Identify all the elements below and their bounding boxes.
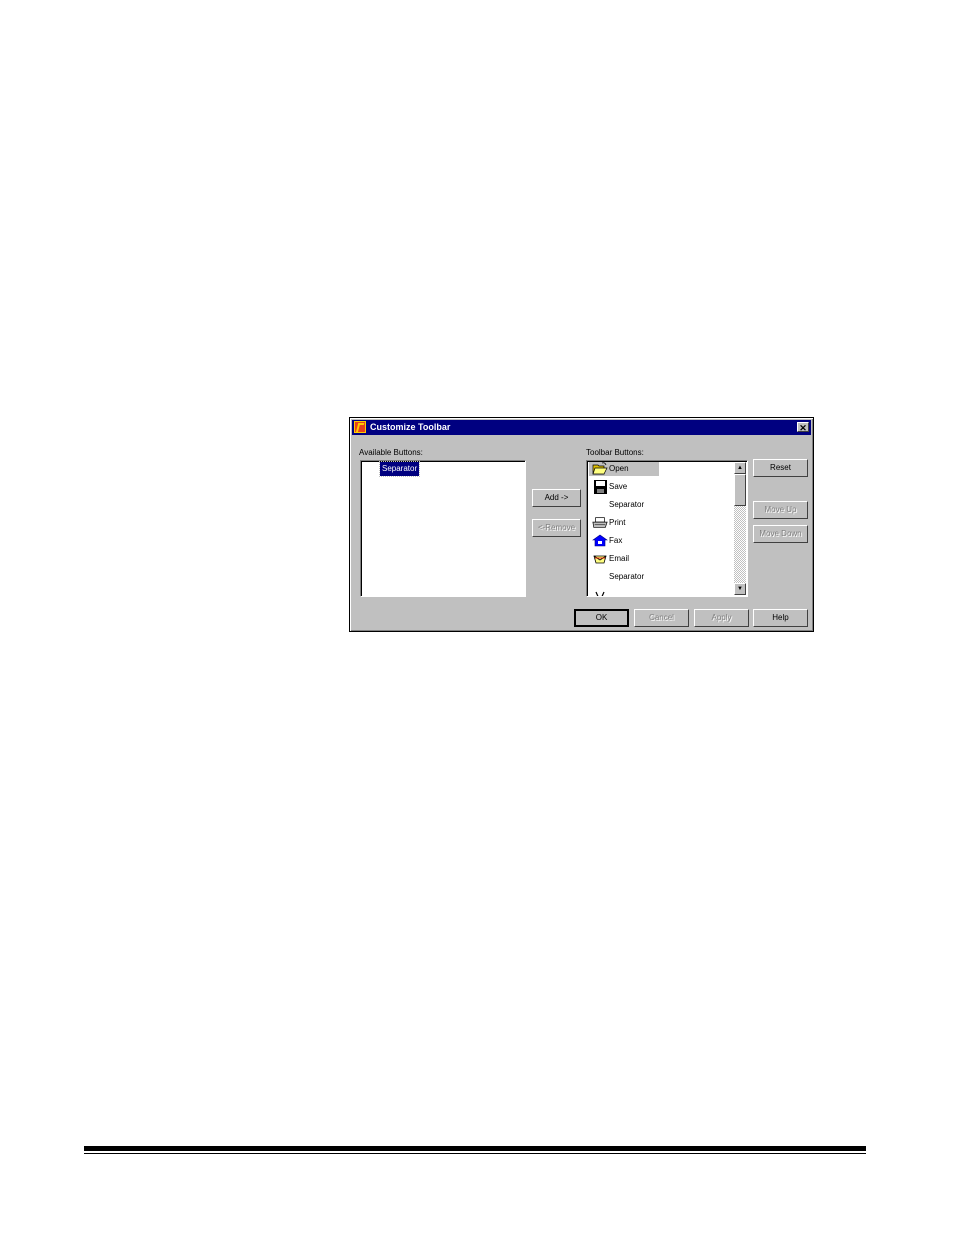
scroll-up-arrow-icon[interactable]: ▲: [734, 462, 746, 474]
toolbar-buttons-label: Toolbar Buttons:: [586, 448, 644, 457]
toolbar-list-scrollbar[interactable]: ▲ ▼: [734, 462, 746, 595]
toolbar-buttons-list[interactable]: Open Save Separator Print Fax Email Sepa…: [586, 460, 748, 597]
list-item[interactable]: Fax: [589, 534, 659, 548]
reset-button[interactable]: Reset: [753, 459, 808, 477]
move-up-button[interactable]: Move Up: [753, 501, 808, 519]
kodak-app-icon: [354, 421, 366, 433]
fax-icon: [592, 534, 608, 547]
list-item-label: Email: [609, 554, 630, 563]
list-item-label: Save: [609, 482, 628, 491]
list-item[interactable]: Separator: [589, 570, 659, 584]
list-item-partial[interactable]: [589, 588, 659, 596]
list-item[interactable]: Separator: [378, 461, 421, 477]
add-button[interactable]: Add ->: [532, 489, 581, 507]
footer-rule-thick: [84, 1146, 866, 1151]
available-buttons-list[interactable]: Separator: [360, 460, 526, 597]
list-item[interactable]: Email: [589, 552, 659, 566]
checkmark-icon: [595, 591, 605, 596]
apply-button[interactable]: Apply: [694, 609, 749, 627]
scroll-down-arrow-icon[interactable]: ▼: [734, 583, 746, 595]
printer-icon: [592, 517, 608, 528]
close-icon[interactable]: ✕: [797, 422, 809, 433]
list-item-label: Separator: [609, 500, 645, 509]
scroll-thumb[interactable]: [734, 474, 746, 506]
list-item-label: Separator: [609, 572, 645, 581]
remove-button[interactable]: <-Remove: [532, 519, 581, 537]
list-item-label: Open: [609, 464, 629, 473]
list-item-label: Print: [609, 518, 626, 527]
list-item-label: Fax: [609, 536, 623, 545]
move-down-button[interactable]: Move Down: [753, 525, 808, 543]
cancel-button[interactable]: Cancel: [634, 609, 689, 627]
ok-button[interactable]: OK: [574, 609, 629, 627]
list-item[interactable]: Open: [589, 462, 659, 476]
customize-toolbar-dialog: Customize Toolbar ✕ Available Buttons: S…: [349, 417, 814, 632]
floppy-disk-icon: [594, 480, 607, 494]
footer-rule-thin: [84, 1153, 866, 1154]
envelope-icon: [593, 555, 607, 564]
dialog-title: Customize Toolbar: [370, 422, 451, 432]
list-item[interactable]: Print: [589, 516, 659, 530]
title-bar[interactable]: Customize Toolbar ✕: [352, 420, 811, 435]
list-item[interactable]: Save: [589, 480, 659, 494]
help-button[interactable]: Help: [753, 609, 808, 627]
available-buttons-label: Available Buttons:: [359, 448, 423, 457]
list-item[interactable]: Separator: [589, 498, 659, 512]
folder-open-icon: [592, 462, 608, 475]
